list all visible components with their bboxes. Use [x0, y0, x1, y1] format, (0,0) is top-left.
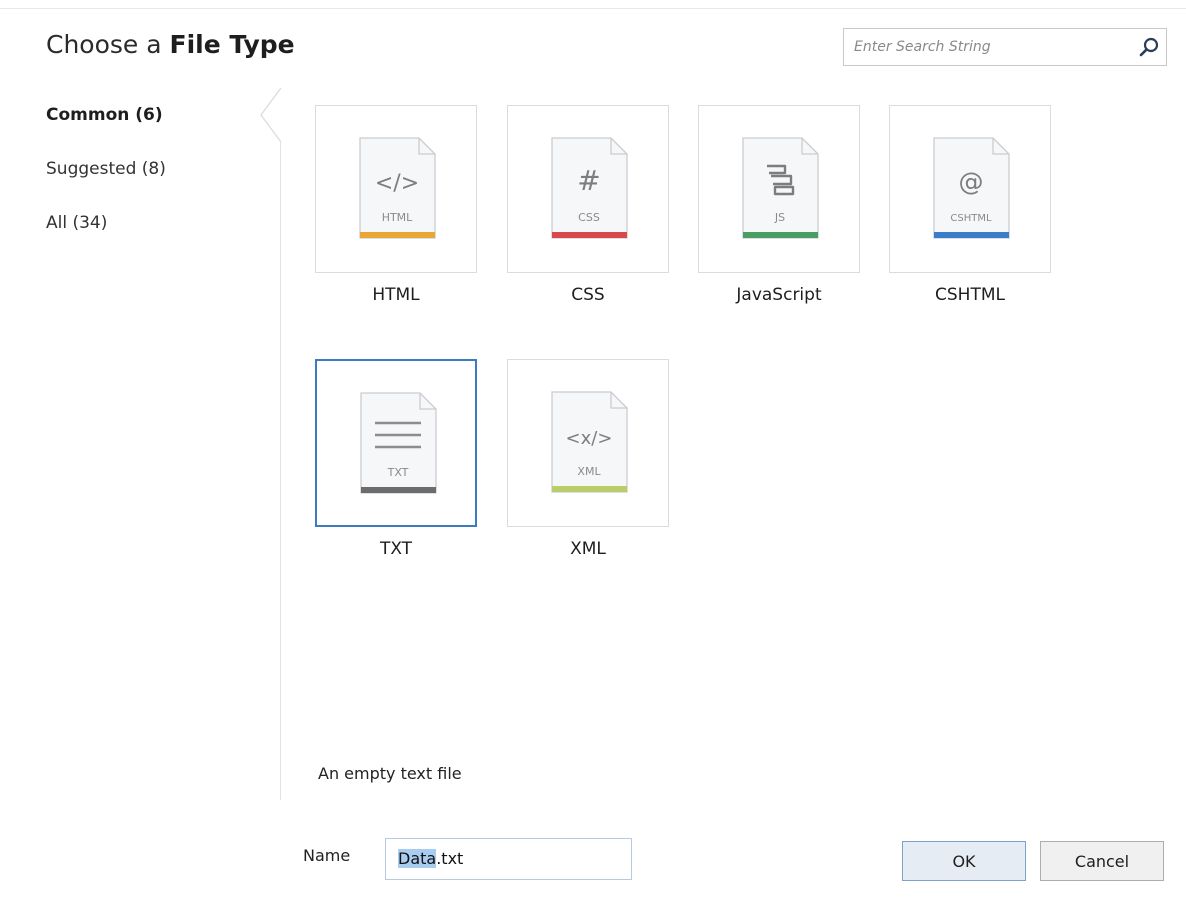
xml-badge: XML	[577, 465, 601, 478]
txt-file-icon: TXT	[360, 392, 437, 494]
search-input[interactable]	[844, 29, 1134, 65]
cshtml-badge: CSHTML	[950, 213, 992, 224]
html-glyph: </>	[375, 171, 419, 196]
html-badge: HTML	[382, 211, 413, 224]
name-extension-text: .txt	[436, 849, 464, 868]
category-nav: Common (6) Suggested (8) All (34)	[46, 100, 166, 262]
js-badge: JS	[774, 211, 785, 224]
file-type-label-txt: TXT	[379, 539, 413, 559]
search-box[interactable]	[843, 28, 1167, 66]
ok-button[interactable]: OK	[902, 841, 1026, 881]
file-type-label-css: CSS	[571, 285, 605, 305]
active-category-notch	[260, 86, 283, 144]
file-type-tile-javascript[interactable]: JS	[698, 105, 860, 273]
file-type-label-javascript: JavaScript	[736, 285, 822, 305]
name-input[interactable]: Data.txt	[385, 838, 632, 880]
html-file-icon: </> HTML	[359, 137, 436, 239]
css-color-bar	[552, 232, 627, 238]
category-suggested[interactable]: Suggested (8)	[46, 154, 166, 184]
top-border	[0, 8, 1186, 9]
txt-badge: TXT	[387, 466, 409, 479]
js-color-bar	[743, 232, 818, 238]
cshtml-color-bar	[934, 232, 1009, 238]
file-type-tile-html[interactable]: </> HTML	[315, 105, 477, 273]
cancel-button[interactable]: Cancel	[1040, 841, 1164, 881]
xml-color-bar	[552, 486, 627, 492]
html-color-bar	[360, 232, 435, 238]
search-icon[interactable]	[1138, 36, 1160, 58]
nav-divider	[280, 88, 281, 800]
name-label: Name	[303, 846, 351, 865]
title-bold: File Type	[169, 30, 295, 59]
category-all[interactable]: All (34)	[46, 208, 166, 238]
css-file-icon: # CSS	[551, 137, 628, 239]
file-type-tile-css[interactable]: # CSS	[507, 105, 669, 273]
file-type-tile-xml[interactable]: <x/> XML	[507, 359, 669, 527]
txt-color-bar	[361, 487, 436, 493]
cshtml-glyph: @	[959, 167, 984, 196]
title-prefix: Choose a	[46, 30, 170, 59]
file-type-label-xml: XML	[570, 539, 606, 559]
css-badge: CSS	[578, 211, 600, 224]
xml-file-icon: <x/> XML	[551, 391, 628, 493]
file-type-description: An empty text file	[318, 764, 462, 783]
javascript-file-icon: JS	[742, 137, 819, 239]
file-type-tile-txt[interactable]: TXT	[315, 359, 477, 527]
dialog-title: Choose a File Type	[46, 30, 295, 59]
css-glyph: #	[577, 164, 600, 197]
file-type-label-cshtml: CSHTML	[935, 285, 1005, 305]
cshtml-file-icon: @ CSHTML	[933, 137, 1010, 239]
category-common[interactable]: Common (6)	[46, 100, 166, 130]
xml-glyph: <x/>	[566, 428, 613, 449]
file-type-label-html: HTML	[372, 285, 420, 305]
name-selected-text: Data	[398, 849, 437, 868]
file-type-tile-cshtml[interactable]: @ CSHTML	[889, 105, 1051, 273]
